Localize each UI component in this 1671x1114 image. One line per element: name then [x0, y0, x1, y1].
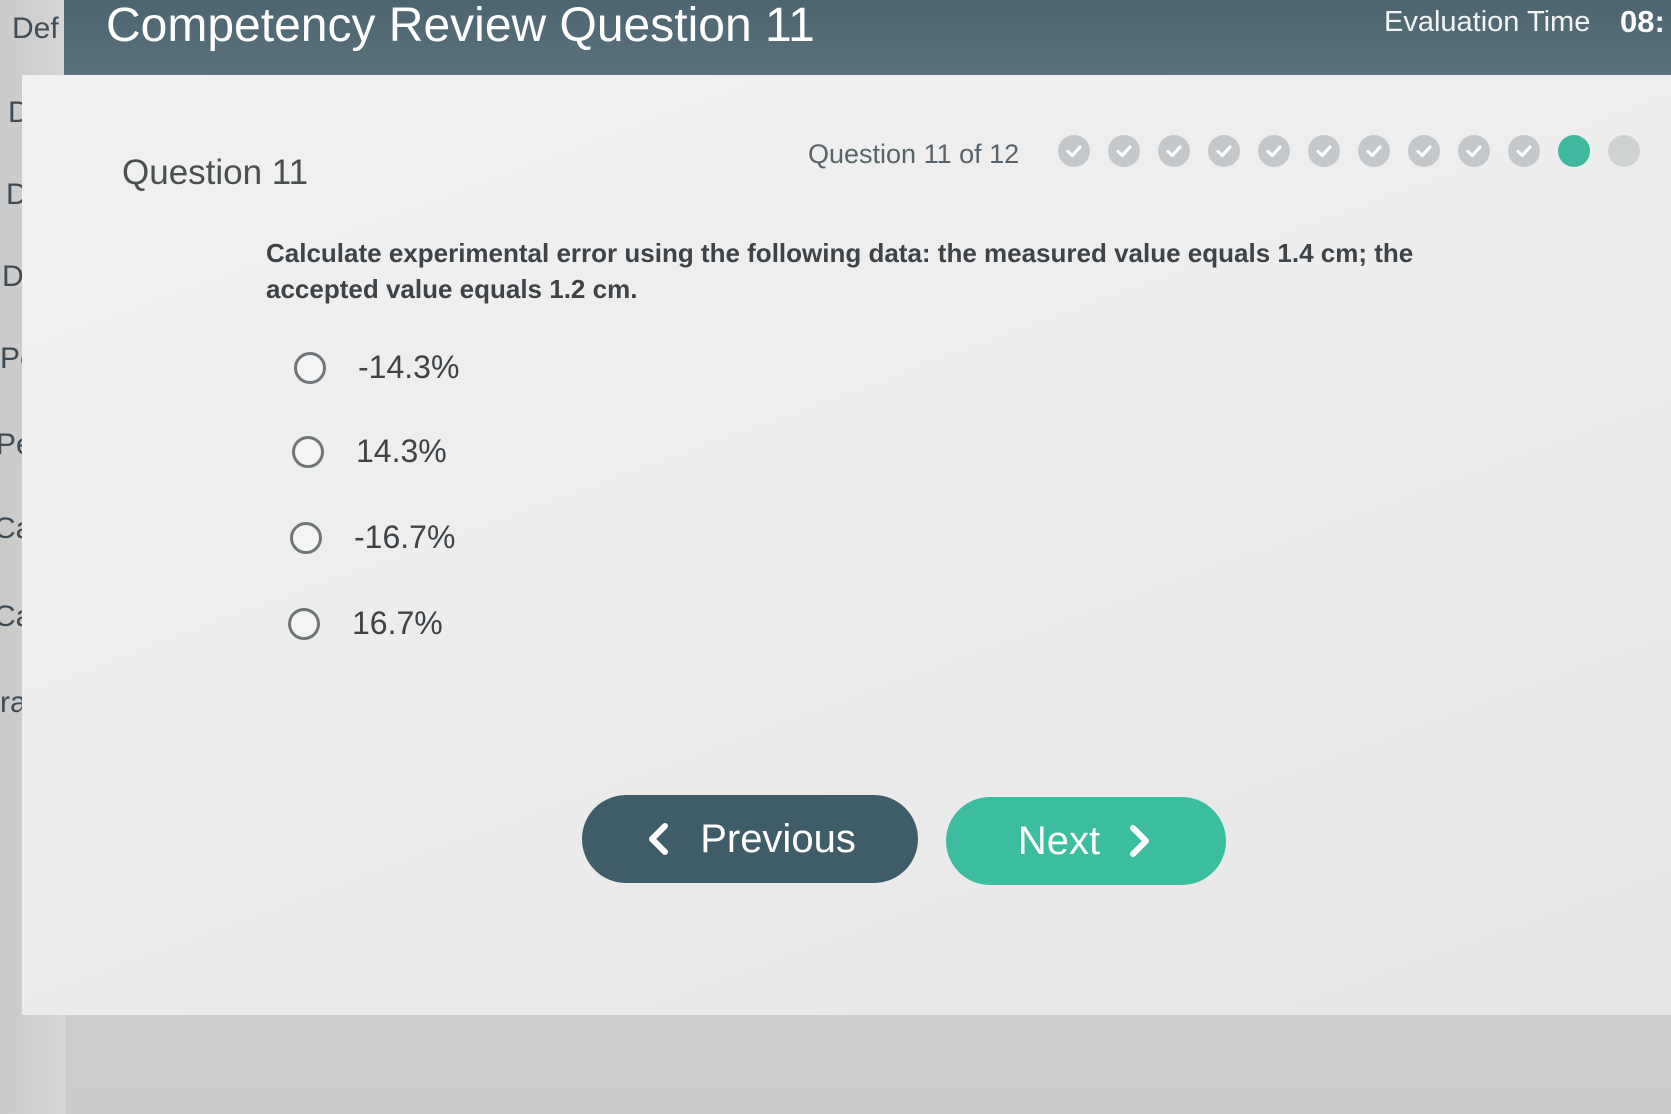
answer-option-label: 16.7%	[352, 605, 443, 641]
chevron-right-icon	[1130, 825, 1150, 857]
previous-button-label: Previous	[700, 816, 856, 861]
chevron-left-icon	[649, 823, 669, 855]
answer-option-label: -14.3%	[358, 349, 460, 385]
question-heading: Question 11	[122, 153, 309, 192]
progress-dot-9[interactable]	[1458, 135, 1490, 167]
answer-option-label: 14.3%	[356, 433, 447, 469]
progress-dot-11-current[interactable]	[1558, 135, 1590, 167]
check-icon	[1116, 145, 1132, 158]
radio-button[interactable]	[292, 435, 324, 468]
progress-dot-12[interactable]	[1608, 135, 1640, 167]
next-button-label: Next	[1017, 818, 1101, 863]
radio-button[interactable]	[288, 607, 320, 640]
evaluation-timer: 08:	[1620, 4, 1665, 39]
check-icon	[1166, 145, 1182, 158]
answer-option-1[interactable]: -14.3%	[294, 349, 459, 386]
progress-dot-2[interactable]	[1108, 135, 1140, 167]
question-prompt: Calculate experimental error using the f…	[266, 238, 1414, 304]
progress-dot-10[interactable]	[1508, 135, 1540, 167]
check-icon	[1416, 145, 1432, 158]
check-icon	[1216, 145, 1232, 158]
answer-option-4[interactable]: 16.7%	[288, 605, 443, 642]
check-icon	[1316, 145, 1332, 158]
previous-button[interactable]: Previous	[582, 795, 918, 883]
progress-dot-3[interactable]	[1158, 135, 1190, 167]
answer-option-label: -16.7%	[354, 519, 456, 555]
answer-option-2[interactable]: 14.3%	[292, 433, 447, 470]
question-card: Question 11 Question 11 of 12 Calculate …	[22, 75, 1671, 1015]
next-button[interactable]: Next	[946, 797, 1226, 885]
page-title: Competency Review Question 11	[106, 0, 815, 52]
check-icon	[1516, 145, 1532, 158]
question-progress-text: Question 11 of 12	[808, 139, 1020, 169]
header-bar: Competency Review Question 11 Evaluation…	[64, 0, 1671, 75]
check-icon	[1366, 145, 1382, 158]
app-window: Def Def Def Def Per Per Calc Calc ra Com…	[0, 0, 1671, 1114]
radio-button[interactable]	[294, 351, 326, 384]
radio-button[interactable]	[290, 521, 322, 554]
evaluation-time-label: Evaluation Time	[1384, 6, 1591, 38]
progress-dot-8[interactable]	[1408, 135, 1440, 167]
check-icon	[1466, 145, 1482, 158]
progress-dot-4[interactable]	[1208, 135, 1240, 167]
sidebar-item-1[interactable]: Def	[12, 12, 59, 46]
progress-dot-5[interactable]	[1258, 135, 1290, 167]
answer-option-3[interactable]: -16.7%	[290, 519, 455, 556]
check-icon	[1066, 145, 1082, 158]
check-icon	[1266, 145, 1282, 158]
progress-dot-1[interactable]	[1058, 135, 1090, 167]
progress-dot-6[interactable]	[1308, 135, 1340, 167]
progress-dot-7[interactable]	[1358, 135, 1390, 167]
